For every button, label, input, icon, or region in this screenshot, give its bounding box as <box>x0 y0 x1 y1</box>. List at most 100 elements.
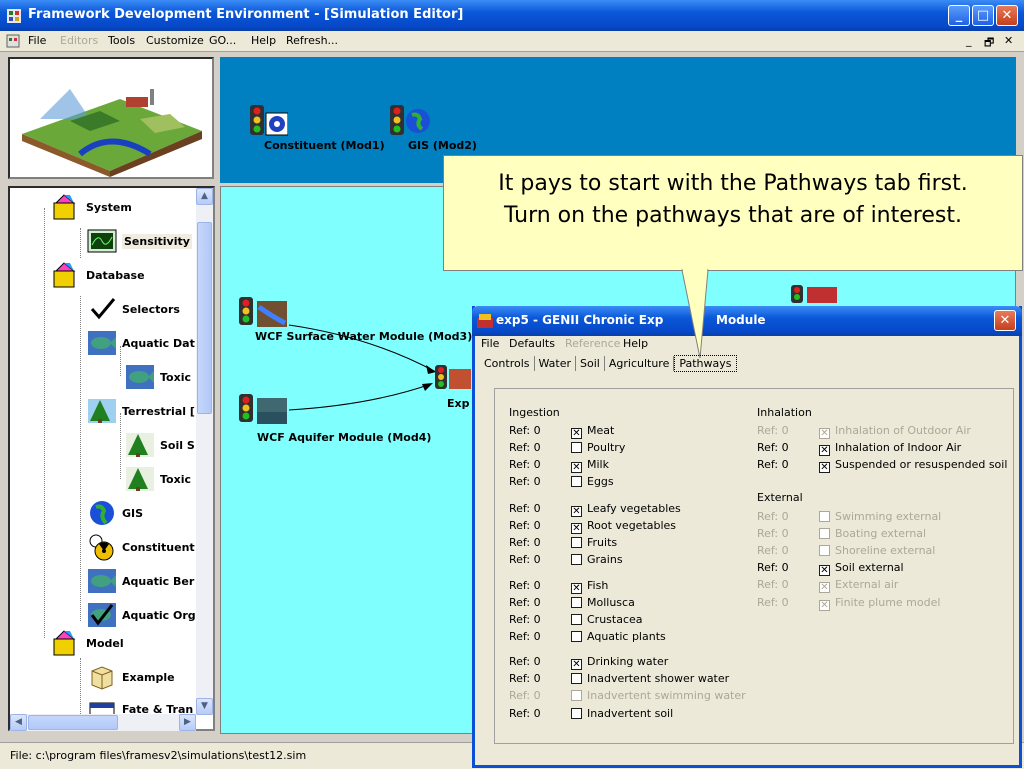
scroll-right-button[interactable]: ▶ <box>179 714 196 731</box>
pathway-grains[interactable]: Ref: 0 Grains <box>509 552 623 568</box>
checkbox[interactable] <box>571 631 582 642</box>
minimize-button[interactable]: _ <box>948 5 970 26</box>
checkbox: ✕ <box>819 582 830 593</box>
tree-item-sensitivity[interactable]: Sensitivity <box>86 226 192 256</box>
constituent-module[interactable] <box>250 103 289 140</box>
checkbox[interactable]: ✕ <box>819 462 830 473</box>
dialog-title-bar[interactable]: exp5 - GENII Chronic Exp Module ✕ <box>472 306 1022 336</box>
scroll-thumb[interactable] <box>197 222 212 414</box>
pathway-fruits[interactable]: Ref: 0 Fruits <box>509 535 617 551</box>
pathway-root-vegetables[interactable]: Ref: 0 ✕ Root vegetables <box>509 518 676 534</box>
callout-line-1: It pays to start with the Pathways tab f… <box>498 171 968 196</box>
scroll-down-button[interactable]: ▼ <box>196 698 213 715</box>
tree-item-database[interactable]: Database <box>50 260 145 290</box>
module-tree[interactable]: System Sensitivity Database Selectors Aq… <box>8 186 215 731</box>
tree-item-aquatic-data[interactable]: Aquatic Dat <box>86 328 195 358</box>
checkbox[interactable]: ✕ <box>571 523 582 534</box>
checkmark-icon <box>90 298 116 320</box>
maximize-button[interactable]: □ <box>972 5 994 26</box>
scroll-up-button[interactable]: ▲ <box>196 188 213 205</box>
menu-help[interactable]: Help <box>251 34 276 47</box>
tree-item-model[interactable]: Model <box>50 628 124 658</box>
pathway-aquatic-plants[interactable]: Ref: 0 Aquatic plants <box>509 629 666 645</box>
pathway-finite-plume: Ref: 0 ✕ Finite plume model <box>757 596 941 611</box>
tab-water[interactable]: Water <box>535 356 577 371</box>
pathway-fish[interactable]: Ref: 0 ✕ Fish <box>509 578 608 594</box>
pathway-resuspended-soil[interactable]: Ref: 0 ✕ Suspended or resuspended soil <box>757 457 1007 473</box>
hscroll-thumb[interactable] <box>28 715 118 730</box>
mdi-minimize-button[interactable]: _ <box>966 34 972 47</box>
tab-controls[interactable]: Controls <box>480 356 535 371</box>
pathway-meat[interactable]: Ref: 0 ✕ Meat <box>509 423 614 439</box>
pathway-milk[interactable]: Ref: 0 ✕ Milk <box>509 457 609 473</box>
pathway-crustacea[interactable]: Ref: 0 Crustacea <box>509 612 643 628</box>
close-button[interactable]: ✕ <box>996 5 1018 26</box>
tab-pathways[interactable]: Pathways <box>674 355 737 372</box>
checkbox[interactable]: ✕ <box>819 445 830 456</box>
dialog-close-button[interactable]: ✕ <box>994 310 1016 331</box>
box-icon <box>91 666 113 690</box>
checkbox[interactable] <box>571 614 582 625</box>
scroll-left-button[interactable]: ◀ <box>10 714 27 731</box>
gis-module[interactable] <box>390 103 430 140</box>
pathway-leafy-vegetables[interactable]: Ref: 0 ✕ Leafy vegetables <box>509 501 681 517</box>
menu-refresh[interactable]: Refresh... <box>286 34 338 47</box>
menu-editors[interactable]: Editors <box>60 34 98 47</box>
pathway-poultry[interactable]: Ref: 0 Poultry <box>509 440 625 456</box>
tree-item-constituent[interactable]: Constituent <box>86 532 195 562</box>
tree-item-example[interactable]: Example <box>86 662 175 692</box>
surface-water-module[interactable] <box>239 295 289 332</box>
exposure-module[interactable] <box>435 363 471 396</box>
pathway-soil-external[interactable]: Ref: 0 ✕ Soil external <box>757 560 904 576</box>
tree-item-aquatic-organism[interactable]: Aquatic Org <box>86 600 196 630</box>
tree-vertical-scrollbar[interactable]: ▲ ▼ <box>196 188 213 715</box>
tab-soil[interactable]: Soil <box>576 356 605 371</box>
mdi-close-button[interactable]: ✕ <box>1004 34 1013 47</box>
checkbox[interactable] <box>571 673 582 684</box>
checkbox <box>571 690 582 701</box>
pathway-shower-water[interactable]: Ref: 0 Inadvertent shower water <box>509 671 729 687</box>
checkbox[interactable] <box>571 708 582 719</box>
pathway-indoor-air[interactable]: Ref: 0 ✕ Inhalation of Indoor Air <box>757 440 961 456</box>
tree-item-toxic-terrestrial[interactable]: Toxic <box>124 464 191 494</box>
checkbox[interactable] <box>571 597 582 608</box>
aquifer-module[interactable] <box>239 392 289 429</box>
tree-item-soil[interactable]: Soil S <box>124 430 195 460</box>
pathways-panel: Ingestion Ref: 0 ✕ Meat Ref: 0 Poultry Ref:… <box>494 388 1014 744</box>
dialog-menu-file[interactable]: File <box>481 337 499 350</box>
checkbox[interactable]: ✕ <box>571 506 582 517</box>
checkbox[interactable]: ✕ <box>571 583 582 594</box>
dialog-menu-defaults[interactable]: Defaults <box>509 337 555 350</box>
pathway-boating-external: Ref: 0 Boating external <box>757 527 927 540</box>
checkbox[interactable]: ✕ <box>571 462 582 473</box>
menu-tools[interactable]: Tools <box>108 34 135 47</box>
dialog-menu-reference[interactable]: Reference <box>565 337 620 350</box>
tab-agriculture[interactable]: Agriculture <box>605 356 675 371</box>
pathway-inadvertent-soil[interactable]: Ref: 0 Inadvertent soil <box>509 706 673 722</box>
window-title-bar[interactable]: Framework Development Environment - [Sim… <box>0 0 1024 31</box>
pathway-eggs[interactable]: Ref: 0 Eggs <box>509 474 614 490</box>
globe-icon <box>90 501 114 525</box>
mdi-restore-button[interactable]: 🗗 <box>984 34 994 53</box>
checkbox[interactable] <box>571 442 582 453</box>
tree-item-aquatic-benthic[interactable]: Aquatic Ber <box>86 566 194 596</box>
risk-module[interactable] <box>789 283 839 308</box>
tree-horizontal-scrollbar[interactable]: ◀ ▶ <box>10 714 196 731</box>
tree-item-system[interactable]: System <box>50 192 132 222</box>
pathway-mollusca[interactable]: Ref: 0 Mollusca <box>509 595 635 611</box>
checkbox[interactable]: ✕ <box>571 659 582 670</box>
checkbox[interactable] <box>571 554 582 565</box>
tree-item-gis[interactable]: GIS <box>86 498 143 528</box>
menu-file[interactable]: File <box>28 34 46 47</box>
dialog-menu-help[interactable]: Help <box>623 337 648 350</box>
checkbox[interactable] <box>571 537 582 548</box>
menu-customize[interactable]: Customize <box>146 34 204 47</box>
checkbox[interactable]: ✕ <box>819 565 830 576</box>
menu-go[interactable]: GO... <box>209 34 236 47</box>
checkbox[interactable]: ✕ <box>571 428 582 439</box>
tree-item-terrestrial[interactable]: Terrestrial [ <box>86 396 195 426</box>
tree-item-selectors[interactable]: Selectors <box>86 294 180 324</box>
pathway-drinking-water[interactable]: Ref: 0 ✕ Drinking water <box>509 654 668 670</box>
checkbox[interactable] <box>571 476 582 487</box>
tree-item-toxic-aquatic[interactable]: Toxic <box>124 362 191 392</box>
